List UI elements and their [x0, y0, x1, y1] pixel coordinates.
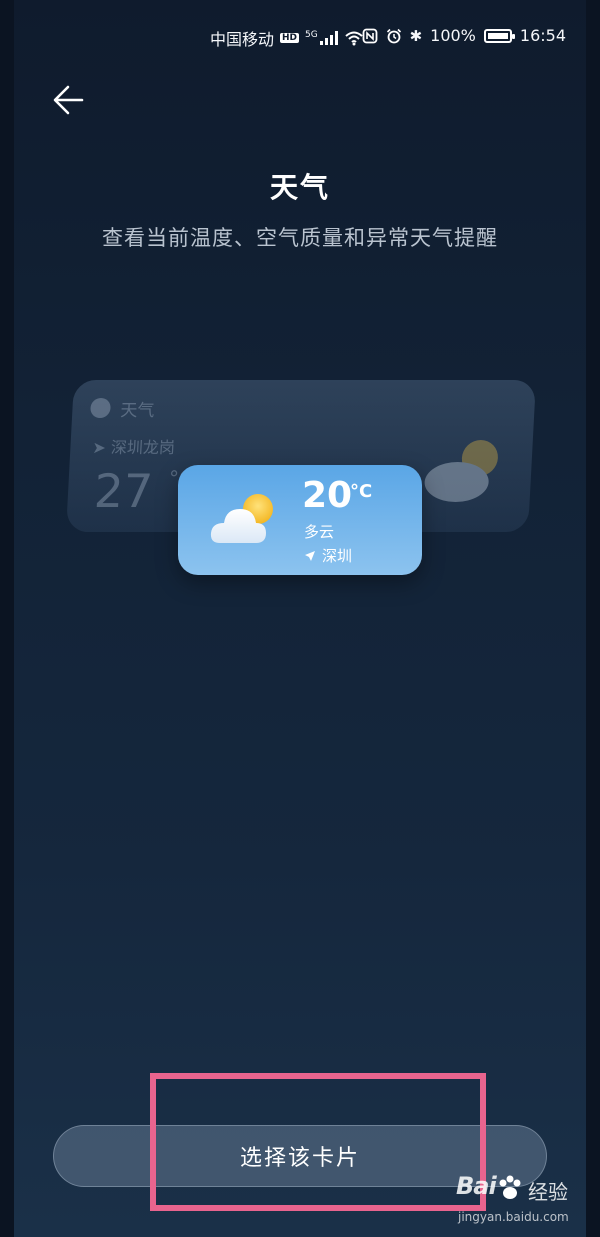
watermark-logo: Bai — [456, 1172, 497, 1200]
alarm-icon — [386, 28, 401, 43]
weather-app-icon — [89, 398, 112, 418]
back-button[interactable] — [48, 80, 92, 120]
weather-condition: 多云 — [304, 523, 335, 541]
battery-icon — [483, 28, 515, 43]
card-location-text: 深圳龙岗 — [110, 438, 176, 457]
weather-card-preview: 20 °C 多云 深圳 — [178, 465, 422, 575]
watermark-name: 经验 — [528, 1180, 568, 1204]
page-subtitle: 查看当前温度、空气质量和异常天气提醒 — [102, 226, 498, 250]
status-left: 中国移动 HD 5G — [210, 26, 364, 50]
arrow-left-icon — [53, 85, 84, 115]
watermark: Bai 经验 jingyan.baidu.com — [456, 1172, 588, 1232]
card-app-name: 天气 — [119, 401, 155, 421]
watermark-url: jingyan.baidu.com — [458, 1210, 569, 1224]
carrier-label: 中国移动 — [210, 30, 275, 49]
hd-badge: HD — [280, 33, 300, 43]
card-temperature: 27 — [92, 464, 155, 518]
page-title: 天气 — [269, 171, 330, 204]
current-temperature: 20 — [302, 475, 353, 516]
signal-icon — [319, 31, 338, 45]
network-type: 5G — [305, 30, 318, 40]
battery-percent: 100% — [430, 26, 476, 45]
location-arrow-icon — [305, 550, 315, 561]
status-bar: 中国移动 HD 5G ✱ 100% 16:54 — [0, 0, 600, 70]
temperature-unit: °C — [350, 481, 373, 502]
clock: 16:54 — [519, 26, 566, 45]
paw-icon — [499, 1175, 521, 1199]
status-right: ✱ 100% 16:54 — [362, 26, 566, 45]
card-location: ➤ 深圳龙岗 — [91, 438, 176, 457]
card-location-row: 深圳 — [304, 545, 352, 566]
bluetooth-icon: ✱ — [409, 26, 423, 45]
partly-cloudy-icon — [424, 440, 498, 502]
location-text: 深圳 — [322, 547, 353, 565]
partly-cloudy-icon — [210, 494, 273, 543]
nfc-icon — [362, 28, 377, 43]
